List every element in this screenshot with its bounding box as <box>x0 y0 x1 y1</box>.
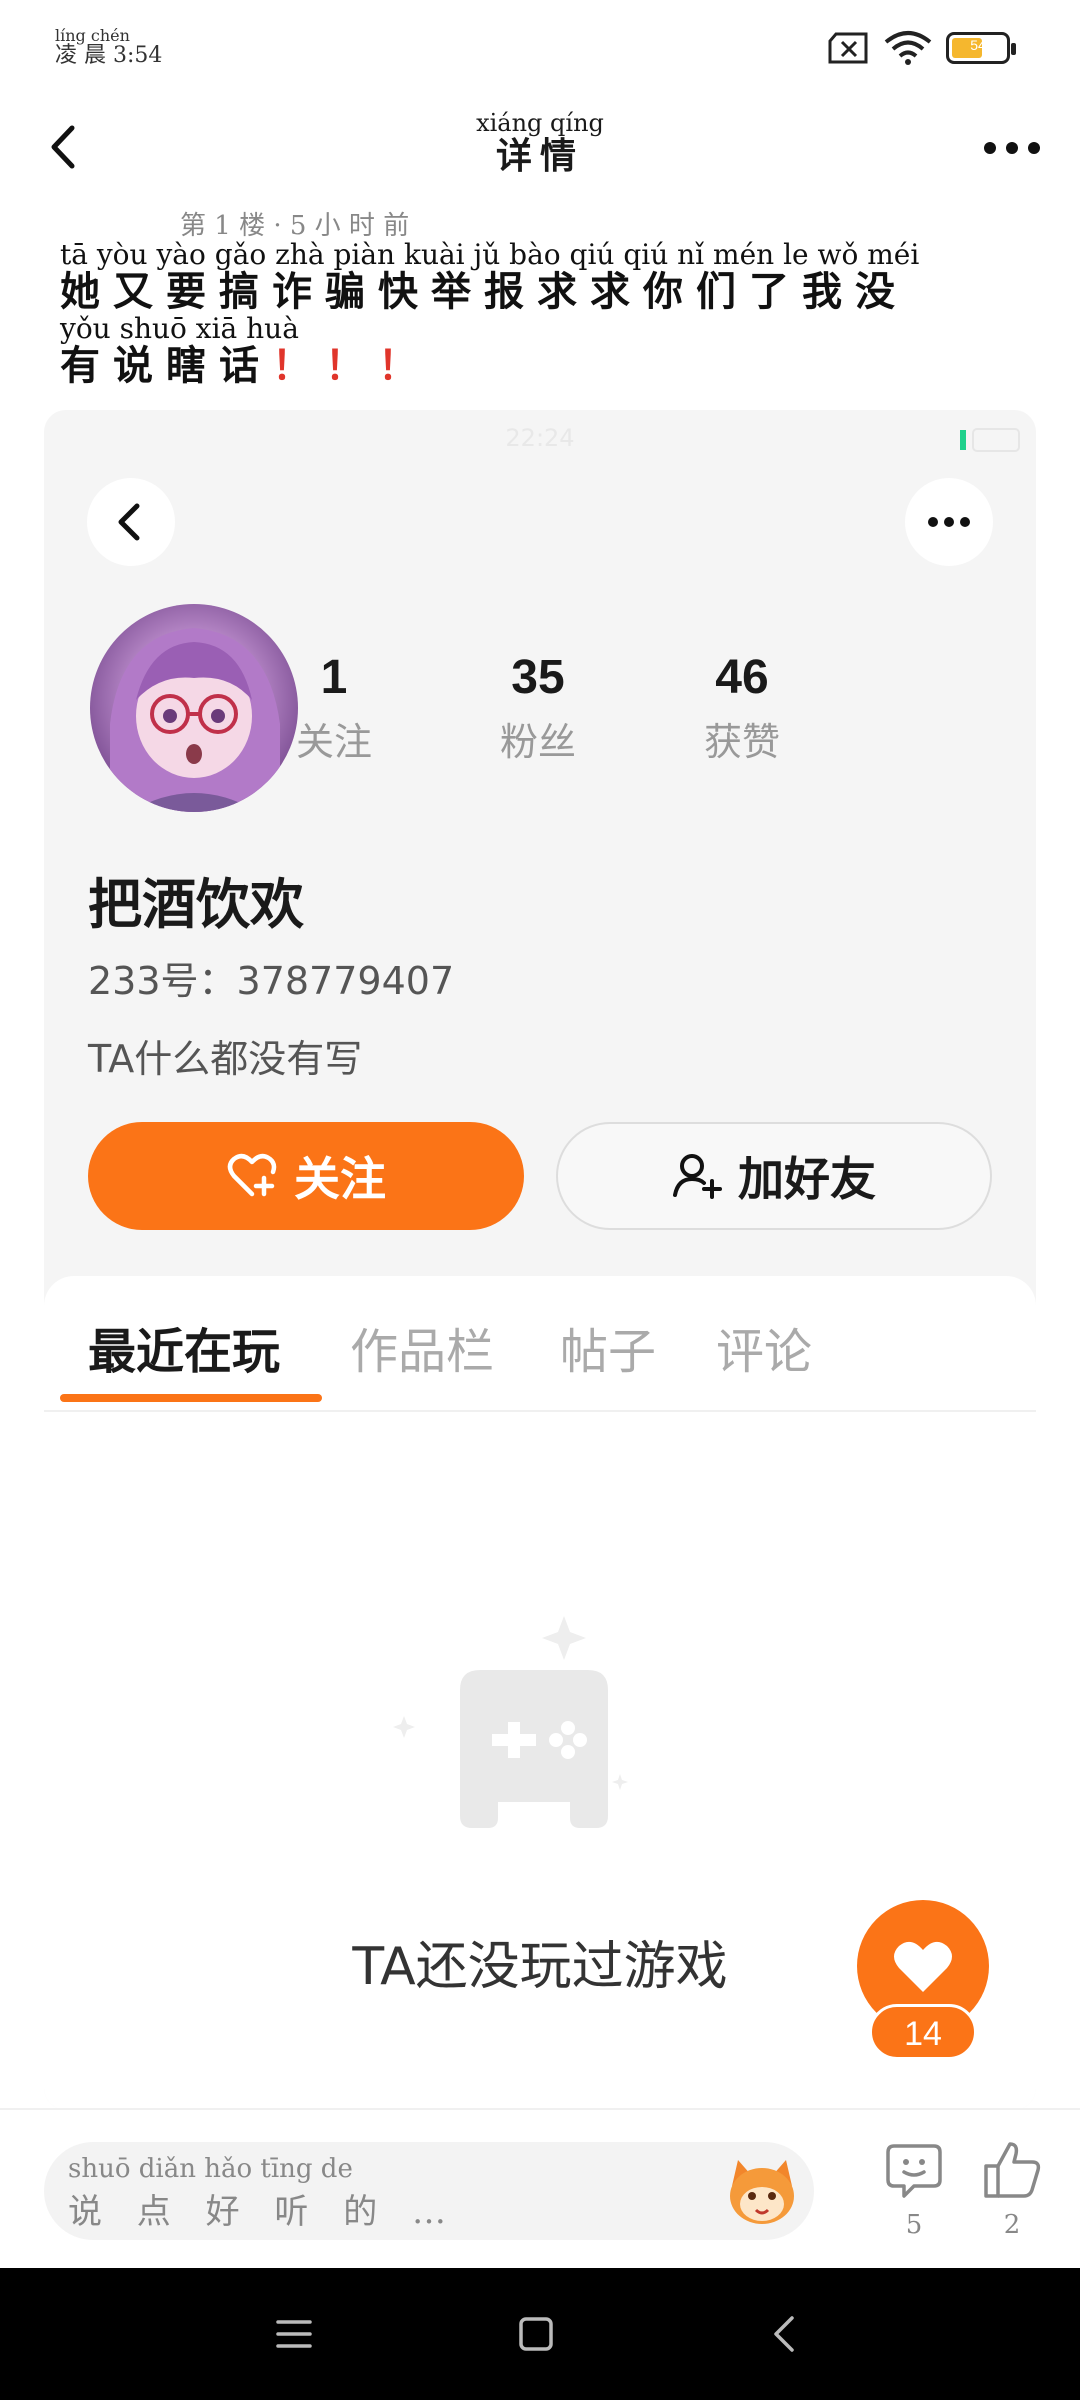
username: 把酒饮欢 <box>88 873 304 936</box>
stat-likes-value: 46 <box>715 651 769 704</box>
clock-time: 凌 晨 3:54 <box>55 43 163 68</box>
system-nav-bar <box>0 2268 1080 2400</box>
floating-like-button[interactable]: 14 <box>857 1900 989 2060</box>
tabs-divider <box>44 1410 1036 1412</box>
stat-likes[interactable]: 46 获赞 <box>662 650 822 766</box>
stat-following-label: 关注 <box>295 720 372 764</box>
like-count: 2 <box>1003 2210 1021 2240</box>
stat-following[interactable]: 1 关注 <box>254 650 414 766</box>
comment-count: 5 <box>905 2210 923 2240</box>
comment-input-pinyin: shuō diǎn hǎo tīng de <box>68 2154 353 2184</box>
embedded-back-button[interactable] <box>87 478 175 566</box>
page-title: xiáng qíng 详情 <box>0 110 1080 176</box>
embedded-more-button[interactable] <box>905 478 993 566</box>
post-line2-pinyin: yǒu shuō xiā huà <box>60 312 299 345</box>
comment-input[interactable]: shuō diǎn hǎo tīng de 说 点 好 听 的 … <box>44 2142 814 2240</box>
tab-comments[interactable]: 评论 <box>716 1312 812 1382</box>
stat-fans-label: 粉丝 <box>499 720 576 764</box>
embedded-profile-screenshot: 22:24 1 关注 35 粉丝 46 获赞 把酒饮欢 233号：3787794… <box>44 410 1036 2110</box>
user-id: 233号：378779407 <box>88 959 455 1003</box>
menu-icon[interactable] <box>270 2310 318 2358</box>
follow-button[interactable]: 关注 <box>88 1122 524 1230</box>
back-icon <box>118 503 140 541</box>
post-line1-text: 她又要搞诈骗快举报求求你们了我没 <box>60 268 908 315</box>
battery-level: 54 <box>970 37 986 53</box>
user-bio: TA什么都没有写 <box>88 1037 363 1081</box>
comment-icon[interactable] <box>884 2140 944 2200</box>
add-user-icon <box>673 1154 722 1199</box>
comment-input-placeholder: 说 点 好 听 的 … <box>68 2192 459 2232</box>
status-bar: líng chén 凌 晨 3:54 54 <box>0 0 1080 90</box>
sim-off-icon <box>828 32 868 64</box>
stat-fans-value: 35 <box>511 651 565 704</box>
page-title-text: 详情 <box>495 135 584 177</box>
tab-works[interactable]: 作品栏 <box>350 1312 494 1382</box>
comment-bar: shuō diǎn hǎo tīng de 说 点 好 听 的 … 5 2 <box>0 2108 1080 2270</box>
battery-icon: 54 <box>946 32 1016 64</box>
mascot-emoji-icon[interactable] <box>724 2156 800 2226</box>
active-tab-indicator <box>60 1394 322 1402</box>
floor-info: 第 1 楼 · 5 小 时 前 <box>180 211 410 241</box>
stat-following-value: 1 <box>320 651 348 704</box>
clock-pinyin: líng chén <box>55 26 130 45</box>
post-content: tā yòu yào gǎo zhà piàn kuài jǔ bào qiú … <box>60 240 1060 388</box>
gamepad-icon <box>393 1616 628 1828</box>
post-line2-text: 有说瞎话 <box>60 342 272 389</box>
embedded-status-time: 22:24 <box>505 424 575 452</box>
follow-button-label: 关注 <box>294 1152 386 1206</box>
nav-back-icon[interactable] <box>762 2310 810 2358</box>
floating-like-count: 14 <box>869 2004 977 2060</box>
post-line1-pinyin: tā yòu yào gǎo zhà piàn kuài jǔ bào qiú … <box>60 238 920 271</box>
thumbs-up-icon[interactable] <box>982 2140 1042 2200</box>
page-title-pinyin: xiáng qíng <box>476 109 604 137</box>
home-square-icon[interactable] <box>512 2310 560 2358</box>
heart-plus-icon <box>227 1153 277 1197</box>
more-icon[interactable] <box>982 138 1042 158</box>
tab-posts[interactable]: 帖子 <box>560 1312 656 1382</box>
wifi-icon <box>884 31 932 65</box>
add-friend-button[interactable]: 加好友 <box>556 1122 992 1230</box>
tab-recently-played[interactable]: 最近在玩 <box>88 1312 280 1382</box>
stat-likes-label: 获赞 <box>703 720 780 764</box>
clock: líng chén 凌 晨 3:54 <box>55 28 162 68</box>
post-exclaim: ！！！ <box>272 342 431 389</box>
header: xiáng qíng 详情 <box>0 100 1080 200</box>
stat-fans[interactable]: 35 粉丝 <box>458 650 618 766</box>
embedded-battery-icon <box>960 428 1020 452</box>
add-friend-button-label: 加好友 <box>738 1152 876 1206</box>
more-icon <box>928 517 970 527</box>
